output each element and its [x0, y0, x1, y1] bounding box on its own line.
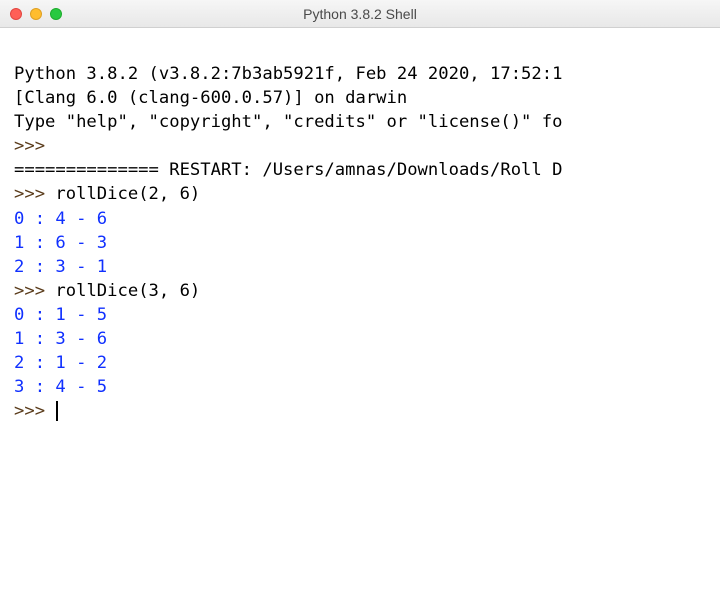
close-icon[interactable] — [10, 8, 22, 20]
prompt-line: >>> — [14, 401, 58, 421]
titlebar: Python 3.8.2 Shell — [0, 0, 720, 28]
terminal-output[interactable]: Python 3.8.2 (v3.8.2:7b3ab5921f, Feb 24 … — [0, 28, 720, 433]
prompt: >>> — [14, 136, 55, 156]
output-line: 2 : 3 - 1 — [14, 257, 107, 277]
restart-line: ============== RESTART: /Users/amnas/Dow… — [14, 160, 562, 180]
output-line: 1 : 6 - 3 — [14, 233, 107, 253]
prompt-line: >>> — [14, 136, 55, 156]
prompt: >>> — [14, 184, 55, 204]
command-text: rollDice(2, 6) — [55, 184, 200, 204]
input-line: >>> rollDice(2, 6) — [14, 184, 200, 204]
output-line: 3 : 4 - 5 — [14, 377, 107, 397]
maximize-icon[interactable] — [50, 8, 62, 20]
prompt: >>> — [14, 281, 55, 301]
output-line: 2 : 1 - 2 — [14, 353, 107, 373]
minimize-icon[interactable] — [30, 8, 42, 20]
banner-line: Type "help", "copyright", "credits" or "… — [14, 112, 562, 132]
prompt: >>> — [14, 401, 55, 421]
output-line: 1 : 3 - 6 — [14, 329, 107, 349]
input-line: >>> rollDice(3, 6) — [14, 281, 200, 301]
traffic-lights — [10, 8, 62, 20]
output-line: 0 : 4 - 6 — [14, 209, 107, 229]
banner-line: [Clang 6.0 (clang-600.0.57)] on darwin — [14, 88, 407, 108]
command-text: rollDice(3, 6) — [55, 281, 200, 301]
cursor-icon — [56, 401, 57, 421]
banner-line: Python 3.8.2 (v3.8.2:7b3ab5921f, Feb 24 … — [14, 64, 562, 84]
output-line: 0 : 1 - 5 — [14, 305, 107, 325]
window-title: Python 3.8.2 Shell — [10, 6, 710, 22]
